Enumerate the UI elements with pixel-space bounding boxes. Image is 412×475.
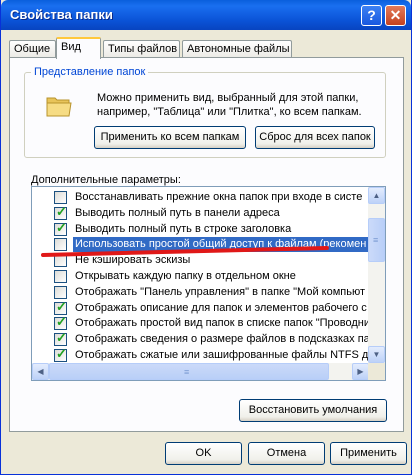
checkbox[interactable]	[54, 238, 67, 252]
title-bar[interactable]: Свойства папки ? ✕	[1, 0, 411, 30]
horizontal-scroll-thumb[interactable]: ≡	[49, 363, 329, 380]
list-item[interactable]: Отображать "Панель управления" в папке "…	[32, 284, 369, 300]
list-item-label: Выводить полный путь в панели адреса	[75, 206, 280, 219]
folder-icon	[46, 97, 72, 117]
close-button[interactable]: ✕	[385, 5, 406, 26]
list-item[interactable]: ✓ Отображать сведения о размере файлов в …	[32, 331, 369, 347]
list-item[interactable]: Открывать каждую папку в отдельном окне	[32, 268, 369, 284]
advanced-settings-label: Дополнительные параметры:	[31, 174, 181, 186]
cancel-button[interactable]: Отмена	[248, 442, 325, 465]
list-item[interactable]: ✓ Отображать простой вид папок в списке п…	[32, 315, 369, 331]
window-title: Свойства папки	[10, 7, 113, 22]
scroll-down-button[interactable]: ▼	[368, 346, 385, 363]
folder-views-legend: Представление папок	[31, 66, 149, 78]
advanced-settings-items: Восстанавливать прежние окна папок при в…	[32, 187, 369, 363]
ok-button[interactable]: OK	[165, 442, 242, 465]
list-item-label: Отображать "Панель управления" в папке "…	[75, 285, 366, 298]
checkbox[interactable]	[54, 191, 67, 204]
checkbox[interactable]: ✓	[54, 298, 67, 315]
scrollbar-corner	[368, 363, 385, 380]
apply-to-all-folders-button[interactable]: Применить ко всем папкам	[94, 126, 246, 149]
tab-view[interactable]: Вид	[56, 37, 101, 59]
list-item-label: Выводить полный путь в строке заголовка	[75, 222, 292, 235]
apply-button[interactable]: Применить	[330, 442, 407, 465]
vertical-scroll-thumb[interactable]: ≡	[368, 218, 385, 262]
checkmark-icon: ✓	[56, 298, 67, 314]
scroll-right-button[interactable]: ▶	[352, 363, 369, 380]
checkbox[interactable]: ✓	[54, 346, 67, 362]
scroll-grip-icon: ≡	[184, 367, 190, 377]
restore-defaults-button[interactable]: Восстановить умолчания	[239, 399, 387, 422]
list-item-label: Отображать простой вид папок в списке па…	[75, 317, 369, 330]
tab-file-types[interactable]: Типы файлов	[103, 40, 180, 57]
list-item[interactable]: ✓ Выводить полный путь в панели адреса	[32, 205, 369, 221]
reset-all-folders-button[interactable]: Сброс для всех папок	[255, 126, 375, 149]
list-item[interactable]: ✓ Выводить полный путь в строке заголовка	[32, 221, 369, 237]
checkbox[interactable]: ✓	[54, 203, 67, 220]
checkbox[interactable]	[54, 285, 67, 299]
checkmark-icon: ✓	[56, 219, 67, 235]
list-item-label: Отображать описание для папок и элементо…	[75, 301, 367, 314]
horizontal-scrollbar[interactable]: ◀ ≡ ▶	[32, 363, 369, 380]
tab-general[interactable]: Общие	[9, 40, 56, 57]
folder-views-description: Можно применить вид, выбранный для этой …	[97, 92, 362, 118]
list-item[interactable]: ✓ Отображать описание для папок и элемент…	[32, 300, 369, 316]
checkmark-icon: ✓	[56, 346, 67, 361]
list-item-label: Отображать сведения о размере файлов в п…	[75, 333, 369, 346]
checkmark-icon: ✓	[56, 314, 67, 330]
checkbox[interactable]: ✓	[54, 330, 67, 347]
vertical-scrollbar[interactable]: ▲ ≡ ▼	[368, 187, 385, 363]
advanced-settings-list[interactable]: Восстанавливать прежние окна папок при в…	[31, 186, 386, 381]
checkbox[interactable]: ✓	[54, 314, 67, 331]
list-item-label: Открывать каждую папку в отдельном окне	[75, 270, 296, 282]
tab-offline-files[interactable]: Автономные файлы	[182, 40, 292, 57]
scroll-left-button[interactable]: ◀	[32, 363, 49, 380]
list-item[interactable]: Восстанавливать прежние окна папок при в…	[32, 189, 369, 205]
checkbox[interactable]: ✓	[54, 219, 67, 236]
scroll-grip-icon: ≡	[373, 235, 379, 245]
folder-options-window: Свойства папки ? ✕ Общие Вид Типы файлов…	[0, 0, 412, 475]
checkmark-icon: ✓	[56, 330, 67, 346]
help-button[interactable]: ?	[361, 5, 382, 26]
list-item[interactable]: ✓ Отображать сжатые или зашифрованные фай…	[32, 347, 369, 363]
list-item-label: Восстанавливать прежние окна папок при в…	[75, 191, 363, 203]
checkbox[interactable]	[54, 270, 67, 283]
checkmark-icon: ✓	[56, 203, 67, 219]
scroll-up-button[interactable]: ▲	[368, 187, 385, 204]
list-item-label: Отображать сжатые или зашифрованные файл…	[75, 349, 369, 361]
